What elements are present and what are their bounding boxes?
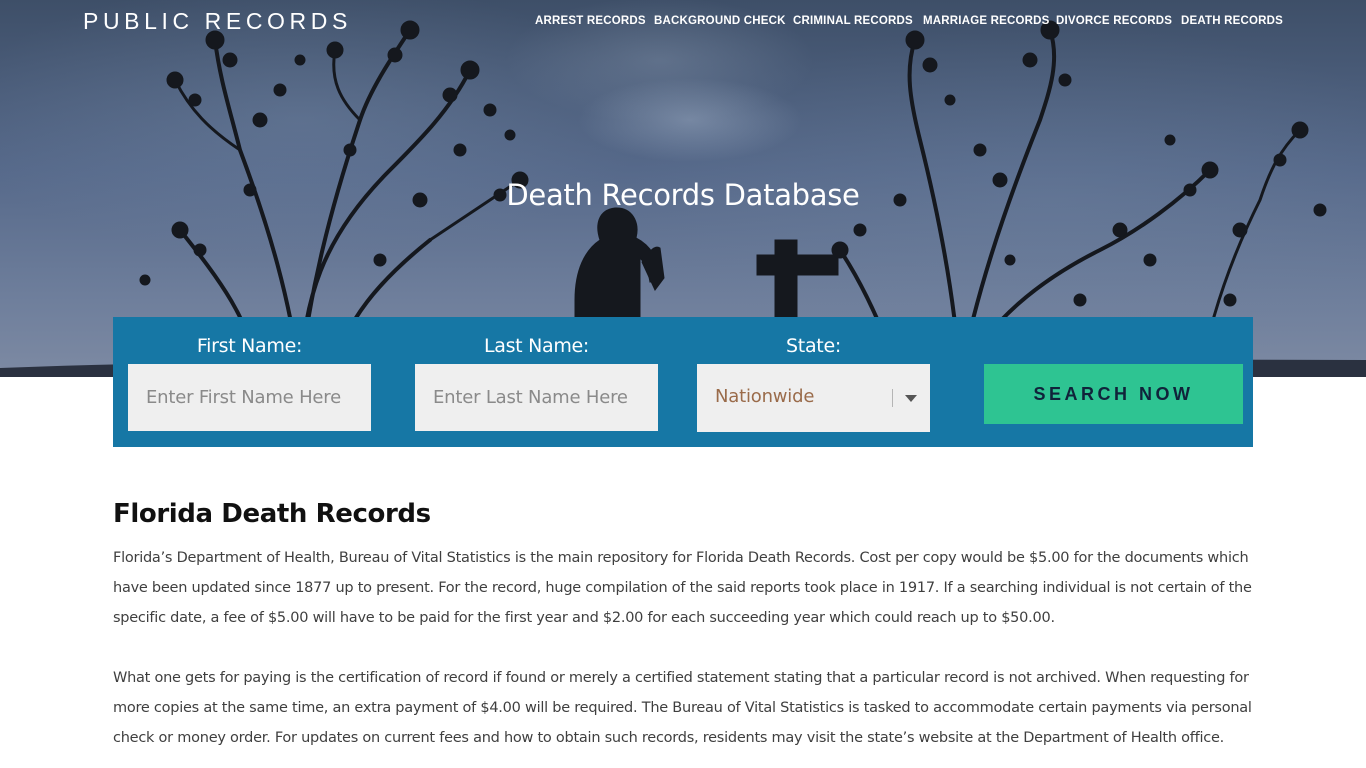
first-name-input[interactable] bbox=[128, 364, 371, 431]
main-nav: ARREST RECORDS BACKGROUND CHECK CRIMINAL… bbox=[0, 15, 1366, 31]
state-label: State: bbox=[786, 335, 841, 357]
article-title: Florida Death Records bbox=[113, 499, 431, 529]
last-name-label: Last Name: bbox=[483, 335, 590, 357]
state-select[interactable]: Nationwide bbox=[697, 364, 930, 432]
nav-marriage-records[interactable]: MARRIAGE RECORDS bbox=[923, 15, 1050, 27]
nav-criminal-records[interactable]: CRIMINAL RECORDS bbox=[793, 15, 913, 27]
first-name-label: First Name: bbox=[196, 335, 303, 357]
article-paragraph: Florida’s Department of Health, Bureau o… bbox=[113, 550, 1252, 626]
article: Florida Death Records Florida’s Departme… bbox=[113, 497, 1253, 753]
nav-background-check[interactable]: BACKGROUND CHECK bbox=[654, 15, 786, 27]
last-name-input[interactable] bbox=[415, 364, 658, 431]
hero-title: Death Records Database bbox=[506, 178, 860, 212]
nav-arrest-records[interactable]: ARREST RECORDS bbox=[535, 15, 646, 27]
search-now-button[interactable]: SEARCH NOW bbox=[984, 364, 1243, 424]
article-paragraph: What one gets for paying is the certific… bbox=[113, 670, 1252, 746]
nav-death-records[interactable]: DEATH RECORDS bbox=[1181, 15, 1283, 27]
state-select-value: Nationwide bbox=[715, 386, 815, 407]
nav-divorce-records[interactable]: DIVORCE RECORDS bbox=[1056, 15, 1172, 27]
chevron-down-icon[interactable] bbox=[905, 395, 917, 402]
search-panel: First Name: Last Name: State: Nationwide… bbox=[113, 317, 1253, 447]
select-separator bbox=[892, 389, 893, 407]
